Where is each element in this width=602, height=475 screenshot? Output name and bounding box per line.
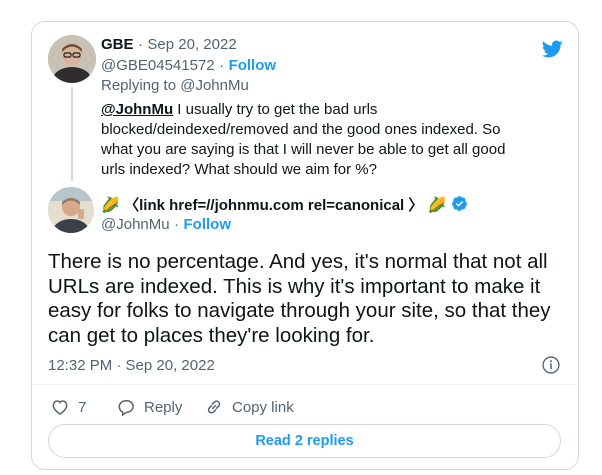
- replying-to-prefix: Replying to: [101, 77, 177, 94]
- read-replies-button[interactable]: Read 2 replies: [48, 424, 561, 458]
- like-count: 7: [78, 398, 87, 416]
- reply-follow-link[interactable]: Follow: [229, 57, 277, 74]
- like-button[interactable]: 7: [50, 397, 86, 417]
- copy-link-button[interactable]: Copy link: [204, 397, 294, 417]
- info-icon[interactable]: [541, 355, 561, 375]
- corn-emoji-right: 🌽: [427, 197, 447, 214]
- tweet-handle-row: @JohnMu · Follow: [101, 216, 232, 233]
- reply-author-row: GBE · Sep 20, 2022: [101, 36, 237, 54]
- heart-icon: [52, 400, 68, 415]
- tweet-body: There is no percentage. And yes, it's no…: [48, 250, 551, 347]
- replying-to-handle[interactable]: @JohnMu: [180, 77, 249, 94]
- copy-link-label: Copy link: [232, 398, 294, 416]
- corn-emoji-left: 🌽: [101, 197, 120, 214]
- read-replies-label: Read 2 replies: [255, 433, 354, 449]
- johnmu-avatar[interactable]: [48, 187, 94, 233]
- gbe-avatar[interactable]: [48, 35, 96, 83]
- tweet-author-handle[interactable]: @JohnMu: [101, 216, 170, 233]
- reply-separator: ·: [137, 36, 143, 53]
- reply-date[interactable]: Sep 20, 2022: [147, 36, 236, 53]
- tweet-author-row: 🌽 〈link href=//johnmu.com rel=canonical …: [101, 194, 468, 215]
- link-icon: [207, 400, 221, 414]
- thread-connector-line: [71, 87, 73, 181]
- replying-to-line: Replying to @JohnMu: [101, 77, 249, 94]
- tweet-follow-link[interactable]: Follow: [184, 216, 232, 233]
- tweet-author-name[interactable]: 〈link href=//johnmu.com rel=canonical 〉: [124, 197, 423, 214]
- verified-badge-icon: [452, 196, 467, 211]
- reply-handle-row: @GBE04541572 · Follow: [101, 57, 277, 74]
- reply-body: @JohnMu I usually try to get the bad url…: [101, 100, 521, 180]
- action-divider: [32, 384, 578, 385]
- reply-mention-link[interactable]: @JohnMu: [101, 101, 173, 118]
- reply-label: Reply: [144, 398, 183, 416]
- twitter-bird-icon[interactable]: [539, 38, 565, 60]
- reply-bubble-icon: [118, 400, 134, 417]
- reply-button[interactable]: Reply: [116, 397, 182, 417]
- tweet-timestamp[interactable]: 12:32 PM · Sep 20, 2022: [48, 357, 215, 374]
- reply-author-handle[interactable]: @GBE04541572: [101, 57, 215, 74]
- reply-author-name[interactable]: GBE: [101, 36, 134, 53]
